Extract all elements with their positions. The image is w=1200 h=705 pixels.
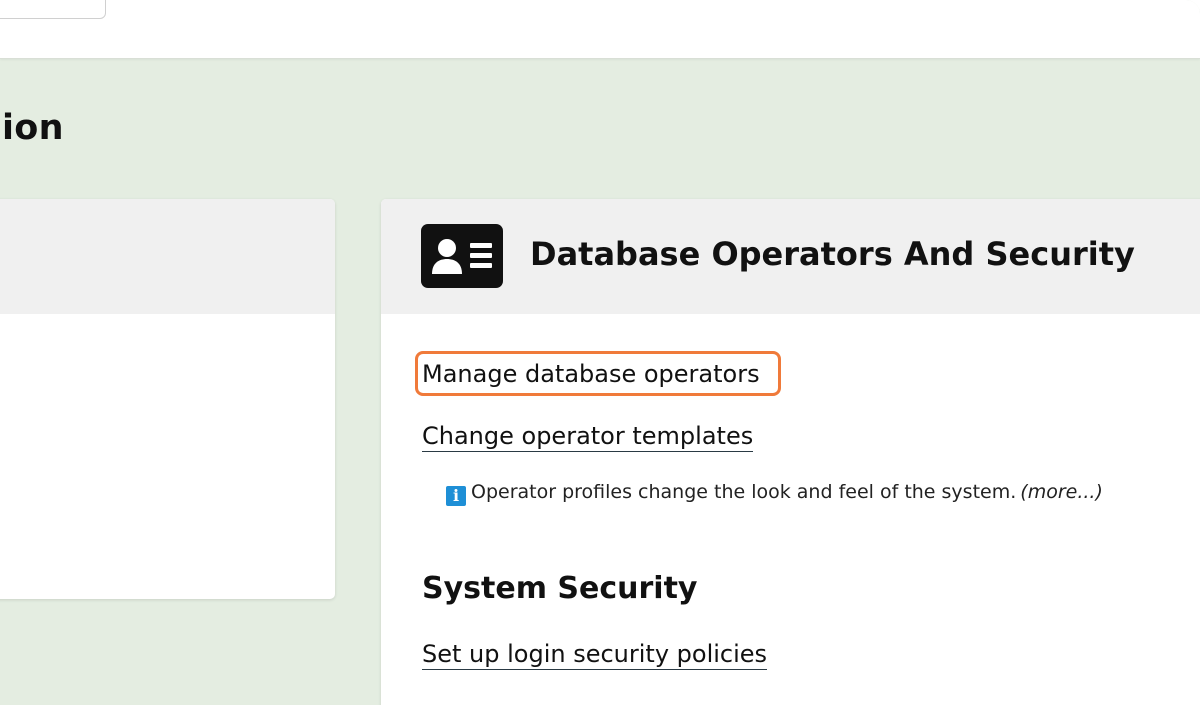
more-link[interactable]: (more...) <box>1020 481 1103 503</box>
card-header: Database Operators And Security <box>381 199 1200 314</box>
card-title: Database Operators And Security <box>530 235 1135 273</box>
system-security-heading: System Security <box>422 571 698 606</box>
app-frame: ion Database Operators And Security Mana… <box>0 0 1200 705</box>
top-tab[interactable] <box>0 0 106 19</box>
operator-card-icon <box>421 224 503 288</box>
page-title: ion <box>2 108 64 148</box>
info-text: Operator profiles change the look and fe… <box>471 481 1017 503</box>
top-toolbar <box>0 0 1200 59</box>
left-panel-header <box>0 199 335 314</box>
info-note: i Operator profiles change the look and f… <box>446 481 1103 506</box>
login-security-link[interactable]: Set up login security policies <box>422 639 768 670</box>
operators-security-card: Database Operators And Security Manage d… <box>381 199 1200 705</box>
info-icon: i <box>446 486 466 506</box>
left-panel-card <box>0 199 335 599</box>
manage-operators-link[interactable]: Manage database operators <box>422 359 760 389</box>
change-templates-link[interactable]: Change operator templates <box>422 421 754 452</box>
